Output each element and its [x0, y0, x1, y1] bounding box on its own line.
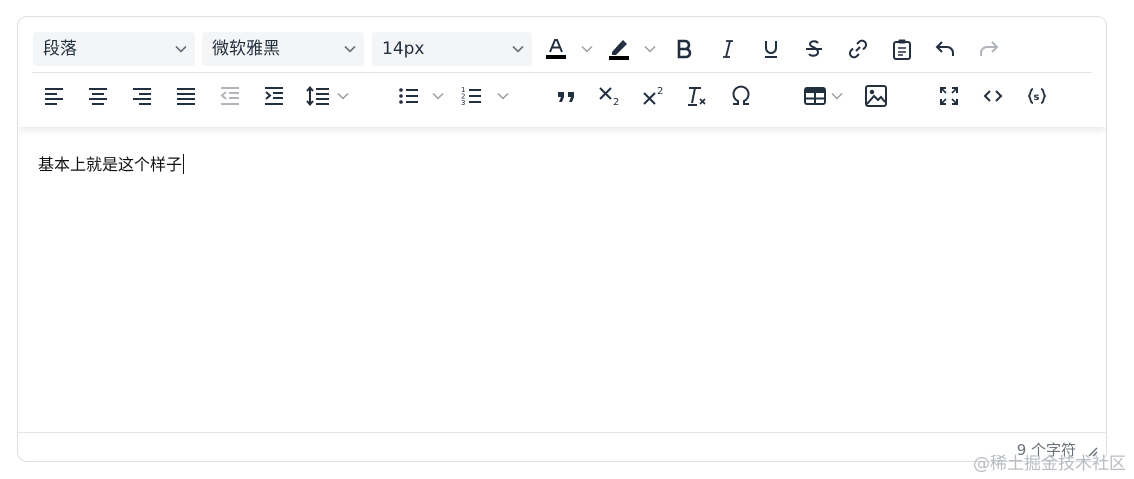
- text-color-button[interactable]: [538, 31, 574, 67]
- chevron-down-icon: [175, 45, 187, 53]
- table-icon: [804, 87, 826, 105]
- align-center-button[interactable]: [80, 78, 116, 114]
- editor-content-area[interactable]: 基本上就是这个样子: [18, 127, 1106, 433]
- indent-icon: [265, 87, 283, 105]
- redo-icon: [980, 41, 999, 56]
- bold-icon: [677, 39, 692, 59]
- underline-icon: [765, 41, 777, 58]
- toolbar-row-1: 段落 微软雅黑 14px: [18, 23, 1106, 72]
- blockquote-icon: [558, 92, 574, 102]
- strikethrough-icon: [806, 40, 822, 57]
- superscript-button[interactable]: 2: [636, 78, 672, 114]
- svg-text:s: s: [1034, 92, 1040, 103]
- table-button[interactable]: [797, 78, 833, 114]
- block-format-value: 段落: [43, 39, 77, 59]
- code-sample-icon: s: [1027, 88, 1047, 104]
- chevron-down-icon[interactable]: [431, 89, 445, 103]
- fullscreen-button[interactable]: [931, 78, 967, 114]
- code-view-icon: [983, 90, 1003, 102]
- outdent-button[interactable]: [212, 78, 248, 114]
- underline-button[interactable]: [753, 31, 789, 67]
- align-justify-icon: [177, 88, 195, 105]
- svg-text:3: 3: [461, 99, 465, 107]
- font-size-select[interactable]: 14px: [372, 32, 532, 66]
- bullet-list-icon: [399, 88, 418, 104]
- bullet-list-button[interactable]: [391, 78, 427, 114]
- align-right-icon: [133, 88, 151, 105]
- fullscreen-icon: [940, 87, 958, 105]
- status-bar: 9 个字符: [18, 432, 1106, 461]
- superscript-icon: 2: [643, 86, 663, 105]
- redo-button[interactable]: [971, 31, 1007, 67]
- chevron-down-icon[interactable]: [643, 42, 657, 56]
- remove-format-icon: [688, 87, 706, 106]
- chevron-down-icon: [512, 45, 524, 53]
- chevron-down-icon[interactable]: [496, 89, 510, 103]
- font-family-value: 微软雅黑: [212, 39, 280, 59]
- blockquote-button[interactable]: [548, 78, 584, 114]
- block-format-select[interactable]: 段落: [33, 32, 195, 66]
- image-button[interactable]: [858, 78, 894, 114]
- paste-button[interactable]: [884, 31, 920, 67]
- bold-button[interactable]: [666, 31, 702, 67]
- chevron-down-icon[interactable]: [336, 89, 350, 103]
- code-view-button[interactable]: [975, 78, 1011, 114]
- rich-text-editor: 段落 微软雅黑 14px 1 2 3 2 2 s 基本上就是这个样子 9 个字符: [17, 16, 1107, 462]
- align-right-button[interactable]: [124, 78, 160, 114]
- watermark: @稀土掘金技术社区: [973, 454, 1126, 474]
- image-icon: [865, 85, 887, 107]
- undo-button[interactable]: [927, 31, 963, 67]
- backcolor-icon: [609, 40, 629, 60]
- font-size-value: 14px: [382, 39, 425, 59]
- toolbar-row-2: 1 2 3 2 2 s: [18, 72, 1106, 121]
- italic-icon: [723, 40, 733, 58]
- link-icon: [848, 39, 868, 59]
- indent-button[interactable]: [256, 78, 292, 114]
- subscript-icon: 2: [599, 87, 619, 108]
- outdent-icon: [220, 87, 239, 105]
- code-sample-button[interactable]: s: [1019, 78, 1055, 114]
- special-char-icon: [732, 85, 750, 105]
- svg-text:2: 2: [657, 86, 663, 97]
- content-text: 基本上就是这个样子: [38, 155, 183, 174]
- align-justify-button[interactable]: [168, 78, 204, 114]
- line-height-icon: [306, 85, 329, 107]
- toolbar: 段落 微软雅黑 14px 1 2 3 2 2 s: [18, 17, 1106, 127]
- forecolor-icon: [546, 39, 566, 59]
- chevron-down-icon: [344, 45, 356, 53]
- chevron-down-icon[interactable]: [580, 42, 594, 56]
- align-left-button[interactable]: [36, 78, 72, 114]
- font-family-select[interactable]: 微软雅黑: [202, 32, 364, 66]
- subscript-button[interactable]: 2: [592, 78, 628, 114]
- remove-format-button[interactable]: [679, 78, 715, 114]
- paste-icon: [893, 39, 911, 60]
- special-char-button[interactable]: [723, 78, 759, 114]
- text-caret: [183, 154, 185, 174]
- highlight-color-button[interactable]: [601, 31, 637, 67]
- align-center-icon: [89, 88, 107, 105]
- italic-button[interactable]: [710, 31, 746, 67]
- align-left-icon: [45, 88, 63, 105]
- link-button[interactable]: [840, 31, 876, 67]
- numbered-list-button[interactable]: 1 2 3: [454, 78, 490, 114]
- svg-text:2: 2: [613, 97, 619, 108]
- line-height-button[interactable]: [300, 78, 336, 114]
- chevron-down-icon[interactable]: [830, 89, 844, 103]
- strikethrough-button[interactable]: [796, 31, 832, 67]
- undo-icon: [935, 41, 954, 56]
- numbered-list-icon: 1 2 3: [461, 86, 481, 107]
